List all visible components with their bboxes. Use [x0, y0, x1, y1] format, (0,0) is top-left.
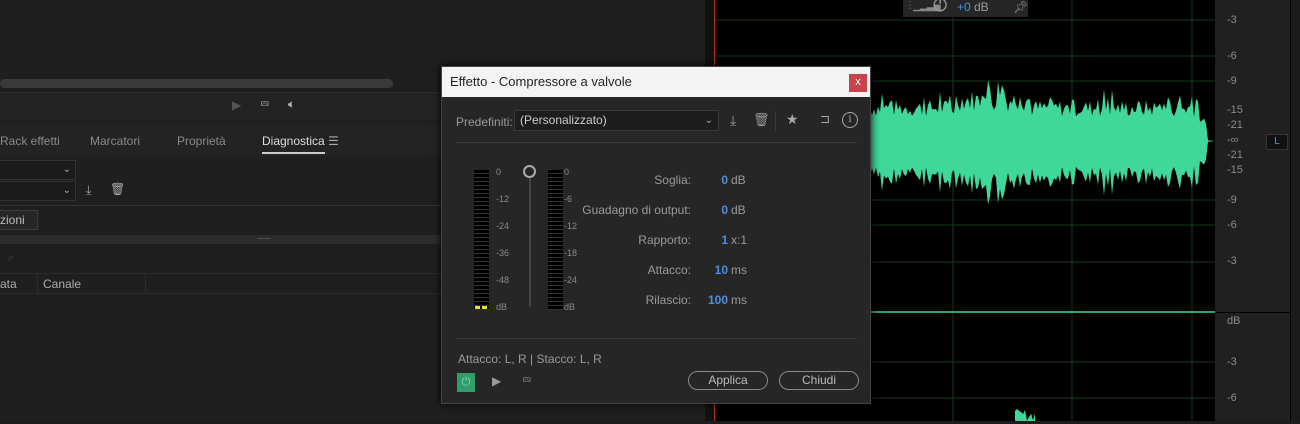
play-icon[interactable]: ▶ [232, 98, 241, 112]
ruler-label: -∞ [1227, 134, 1239, 146]
gain-unit: dB [974, 0, 989, 14]
input-meter-tick: -36 [496, 248, 510, 258]
ruler-label: -6 [1227, 50, 1237, 62]
ruler-label: -6 [1227, 219, 1237, 231]
param-unit: ms [731, 263, 747, 277]
favorite-star-icon[interactable]: ★ [786, 111, 799, 128]
preset-label: Predefiniti: [456, 115, 513, 129]
routing-icon[interactable]: ⊐ [820, 112, 830, 126]
input-meter-tick: -12 [496, 194, 510, 204]
loop-icon[interactable]: ⮹ [522, 373, 532, 388]
ruler-label: -9 [1227, 75, 1237, 87]
close-icon[interactable]: x [849, 74, 867, 92]
dropdown-1[interactable]: ⌄ [0, 160, 76, 180]
dropdown-2[interactable]: ⌄ [0, 181, 76, 201]
save-preset-icon[interactable]: ⤓ [86, 183, 91, 198]
transport-bar: ▶ ⮹ 🔈︎ [0, 92, 440, 120]
loop-icon[interactable]: ⮹ [260, 97, 270, 112]
preset-select[interactable]: (Personalizzato) ⌄ [514, 110, 719, 131]
channel-status: Attacco: L, R | Stacco: L, R [458, 352, 602, 366]
param-label: Soglia: [654, 173, 691, 187]
column-header-canale[interactable]: Canale [43, 277, 81, 291]
waveform-channel-l [870, 80, 1214, 205]
horizontal-scrollbar[interactable] [0, 79, 393, 88]
save-preset-icon[interactable]: ⤓ [730, 112, 736, 129]
power-knob-icon[interactable]: ⏻ [933, 0, 947, 16]
power-toggle-icon[interactable]: ⏻ [457, 373, 475, 392]
ruler-label: -21 [1227, 119, 1243, 131]
action-button[interactable]: zioni [0, 210, 38, 230]
param-value[interactable]: 1 [688, 233, 728, 247]
output-meter-tick: -24 [564, 275, 578, 285]
param-label: Rapporto: [638, 233, 691, 247]
input-meter-tick: -24 [496, 221, 510, 231]
param-unit: dB [731, 203, 746, 217]
input-meter-tick: -48 [496, 275, 510, 285]
output-meter-tick: -12 [564, 221, 578, 231]
gain-value[interactable]: +0 [957, 0, 971, 14]
apply-button[interactable]: Applica [688, 371, 768, 390]
param-label: Guadagno di output: [582, 203, 691, 217]
ruler-db-label: dB [1227, 315, 1241, 327]
ruler-label: -9 [1227, 194, 1237, 206]
input-meter-tick: dB [496, 302, 508, 312]
ruler-label: -3 [1227, 255, 1237, 267]
speaker-icon[interactable]: 🔈︎ [288, 97, 295, 112]
output-meter-tick: 0 [564, 167, 570, 177]
menu-icon[interactable]: ☰ [328, 134, 339, 148]
trash-icon[interactable]: 🗑︎ [753, 112, 770, 128]
ruler-label: -6 [1227, 392, 1237, 404]
info-icon[interactable]: i [842, 112, 858, 128]
threshold-slider-thumb[interactable] [523, 165, 536, 178]
effect-dialog: Effetto - Compressore a valvole x Predef… [441, 66, 871, 404]
param-unit: ms [731, 293, 747, 307]
ruler-label: -3 [1227, 14, 1237, 26]
gain-hud: ⋮ ▁▂▃▅ ⏻ +0 dB 📌︎ [903, 0, 1028, 17]
db-ruler: -3 -6 -9 -15 -21 -∞ -21 -15 -9 -6 -3 dB -3 -6 [1215, 0, 1290, 421]
ruler-edge [1290, 0, 1300, 421]
close-button[interactable]: Chiudi [779, 371, 859, 390]
output-meter [548, 170, 563, 310]
input-meter-tick: 0 [496, 167, 502, 177]
preset-value: (Personalizzato) [520, 113, 607, 127]
trash-icon[interactable]: 🗑︎ [110, 182, 125, 196]
param-label: Rilascio: [645, 293, 691, 307]
search-icon[interactable]: ⌕ [8, 252, 14, 265]
output-meter-tick: -6 [564, 194, 573, 204]
param-value[interactable]: 10 [688, 263, 728, 277]
meter-level-r [482, 306, 487, 309]
tab-proprieta[interactable]: Proprietà [177, 134, 226, 148]
tab-rack-effetti[interactable]: Rack effetti [0, 134, 60, 148]
param-unit: dB [731, 173, 746, 187]
meter-level-l [475, 306, 480, 309]
param-label: Attacco: [647, 263, 691, 277]
param-unit: x:1 [731, 233, 748, 247]
tab-diagnostica[interactable]: Diagnostica [262, 134, 325, 154]
waveform-channel-r [1015, 409, 1035, 421]
column-header[interactable]: ata [0, 277, 17, 291]
pin-icon[interactable]: 📌︎ [1013, 0, 1028, 14]
ruler-label: -15 [1227, 104, 1243, 116]
dialog-titlebar[interactable]: Effetto - Compressore a valvole x [442, 67, 870, 97]
param-value[interactable]: 100 [688, 293, 728, 307]
ruler-label: -15 [1227, 164, 1243, 176]
output-meter-tick: -18 [564, 248, 578, 258]
dialog-title: Effetto - Compressore a valvole [450, 74, 632, 89]
preview-play-icon[interactable]: ▶ [492, 374, 501, 388]
output-meter-tick: dB [564, 302, 576, 312]
param-value[interactable]: 0 [688, 173, 728, 187]
ruler-label: -21 [1227, 149, 1243, 161]
tab-marcatori[interactable]: Marcatori [90, 134, 140, 148]
threshold-slider-track[interactable] [529, 175, 531, 307]
ruler-label: -3 [1227, 356, 1237, 368]
chevron-down-icon: ⌄ [704, 115, 713, 126]
input-meter [474, 170, 489, 310]
param-value[interactable]: 0 [688, 203, 728, 217]
channel-badge[interactable]: L [1266, 134, 1288, 150]
